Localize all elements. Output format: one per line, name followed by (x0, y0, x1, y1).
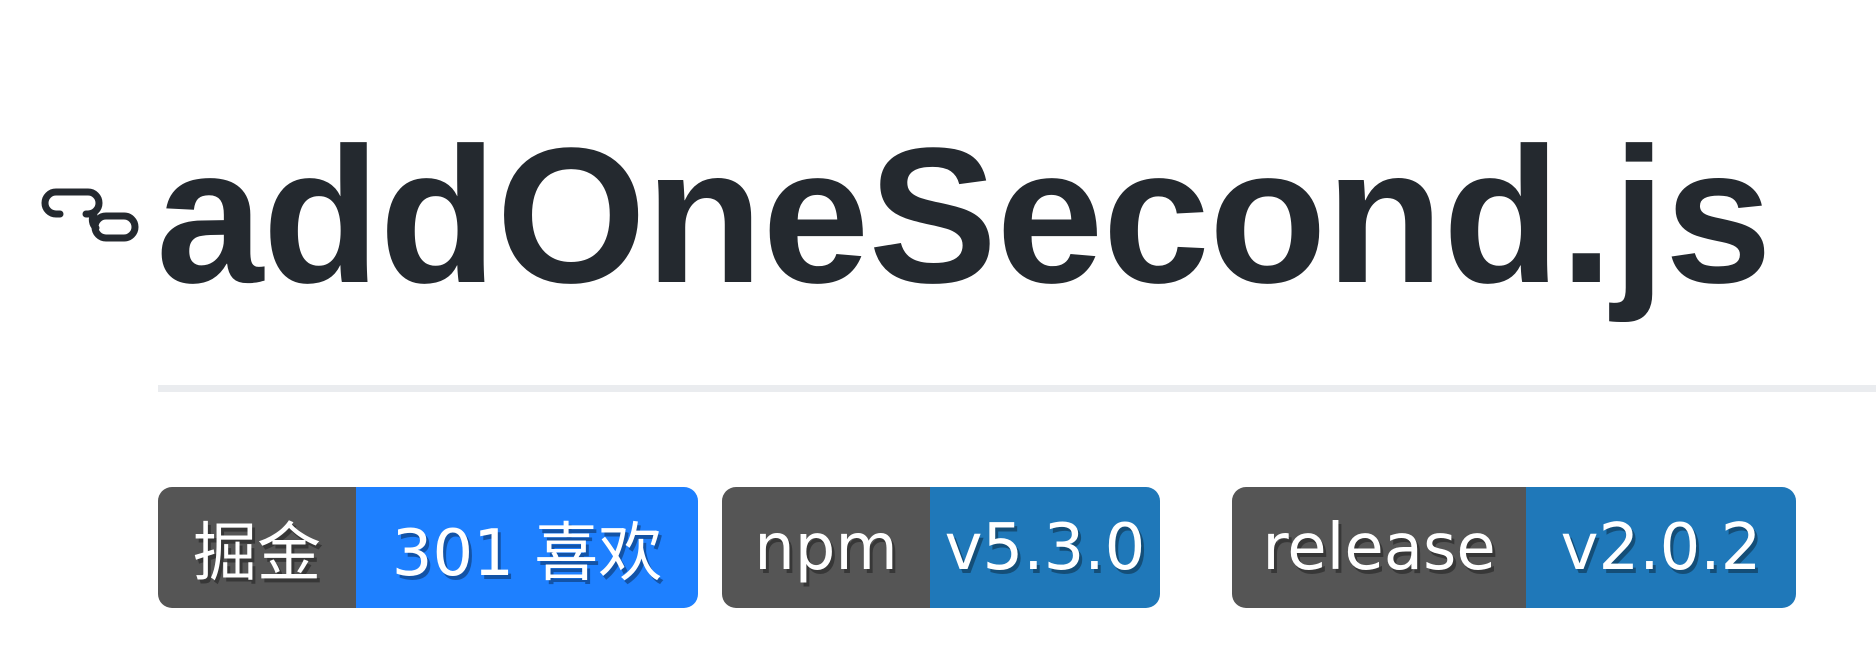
badge-label: release (1232, 487, 1526, 608)
readme-heading: addOneSecond.js (0, 0, 1876, 420)
badge-message: v5.3.0 (930, 487, 1160, 608)
badge-label: 掘金 (158, 487, 356, 608)
juejin-likes-badge[interactable]: 掘金 301 喜欢 (158, 487, 698, 608)
badge-message: v2.0.2 (1526, 487, 1796, 608)
page-title: addOneSecond.js (156, 107, 1772, 323)
badge-label: npm (722, 487, 930, 608)
npm-version-badge[interactable]: npm v5.3.0 (722, 487, 1160, 608)
heading-divider (158, 385, 1876, 392)
link-icon (41, 188, 139, 242)
heading-anchor-link[interactable] (40, 166, 140, 242)
badge-message: 301 喜欢 (356, 487, 698, 608)
release-version-badge[interactable]: release v2.0.2 (1232, 487, 1796, 608)
